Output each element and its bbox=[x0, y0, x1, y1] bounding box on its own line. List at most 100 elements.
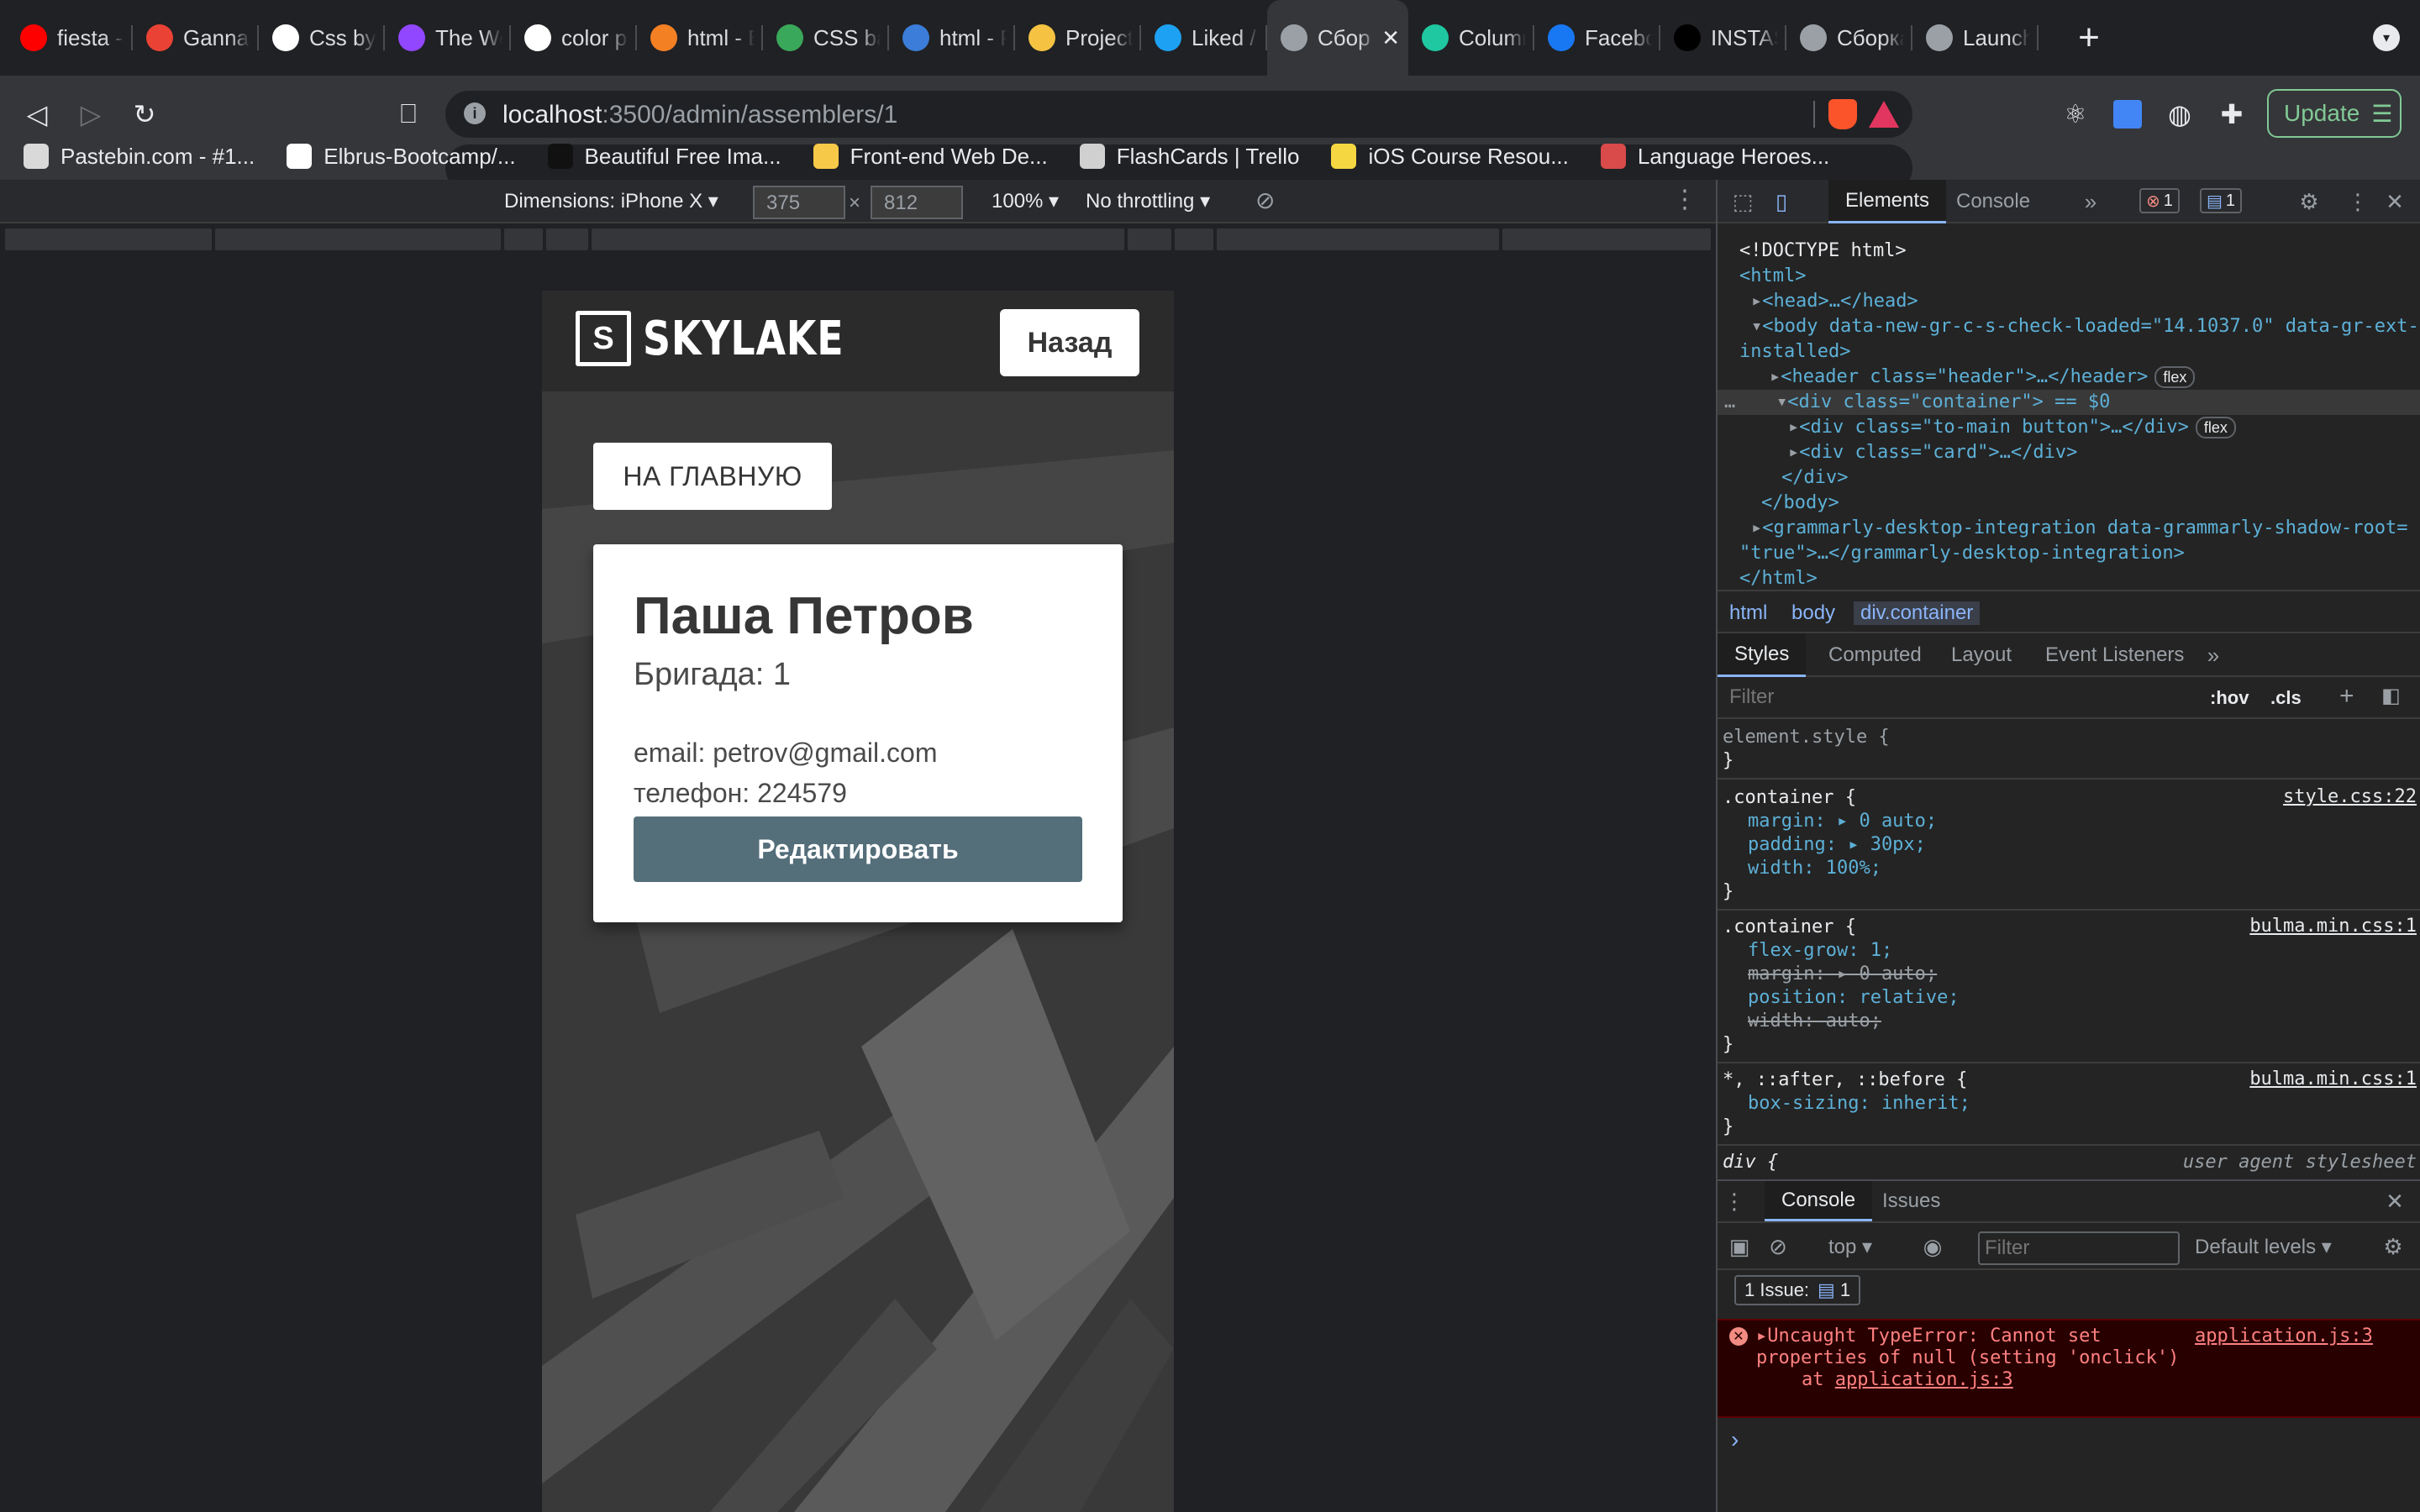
rule-source-link[interactable]: style.css:22 bbox=[2283, 786, 2417, 807]
dom-line[interactable]: ▸<div class="to-main button">…</div> flex bbox=[1788, 415, 2236, 440]
console-sidebar-icon[interactable]: ▣ bbox=[1726, 1233, 1753, 1260]
log-levels-select[interactable]: Default levels ▾ bbox=[2195, 1235, 2332, 1259]
dom-line[interactable]: installed> bbox=[1739, 339, 1850, 365]
browser-tab[interactable]: Project bbox=[1015, 0, 1141, 76]
dom-line[interactable]: </div> bbox=[1781, 465, 1848, 491]
reload-icon[interactable]: ↻ bbox=[121, 91, 168, 138]
zoom-select[interactable]: 100% ▾ bbox=[992, 189, 1059, 213]
bookmark-icon[interactable]: ⎕ bbox=[385, 91, 432, 138]
rule-selector[interactable]: element.style { bbox=[1723, 726, 1890, 749]
tab-console[interactable]: Console bbox=[1939, 180, 2047, 223]
browser-tab[interactable]: html - P bbox=[889, 0, 1015, 76]
width-input[interactable]: 375 bbox=[753, 186, 845, 219]
bookmark-item[interactable]: Language Heroes... bbox=[1600, 144, 1829, 170]
dom-line[interactable]: <html> bbox=[1739, 264, 1806, 289]
close-tab-icon[interactable]: ✕ bbox=[1381, 25, 1400, 51]
new-tab-button[interactable]: + bbox=[2064, 13, 2114, 63]
rule-source-link[interactable]: bulma.min.css:1 bbox=[2249, 1068, 2417, 1089]
browser-tab[interactable]: Сбор ✕ bbox=[1267, 0, 1408, 76]
to-main-button[interactable]: НА ГЛАВНУЮ bbox=[593, 443, 832, 510]
omnibox[interactable]: i localhost:3500/admin/assemblers/1 bbox=[445, 91, 1912, 138]
tab-layout[interactable]: Layout bbox=[1934, 633, 2028, 677]
browser-tab[interactable]: color pic bbox=[511, 0, 637, 76]
rule-selector[interactable]: *, ::after, ::before { bbox=[1723, 1068, 1967, 1092]
rule-prop[interactable]: position: relative; bbox=[1748, 986, 1960, 1010]
rule-prop[interactable]: box-sizing: inherit; bbox=[1748, 1092, 1970, 1116]
more-options-icon[interactable]: ⋮ bbox=[1672, 185, 1697, 214]
rule-prop[interactable]: margin: ▸ 0 auto; bbox=[1748, 810, 1937, 833]
rule-selector[interactable]: div { bbox=[1723, 1151, 1778, 1174]
back-button[interactable]: Назад bbox=[1000, 309, 1139, 376]
dom-line[interactable]: </html> bbox=[1739, 566, 1818, 591]
throttling-select[interactable]: No throttling ▾ bbox=[1086, 189, 1210, 213]
translate-icon[interactable] bbox=[2104, 91, 2151, 138]
breadcrumb-container[interactable]: div.container bbox=[1854, 601, 1981, 625]
devtools-menu-icon[interactable]: ⋮ bbox=[2344, 188, 2371, 215]
console-filter-input[interactable] bbox=[1978, 1231, 2180, 1265]
close-drawer-icon[interactable]: ✕ bbox=[2381, 1188, 2408, 1215]
styles-filter-input[interactable] bbox=[1723, 682, 2193, 712]
rule-selector[interactable]: .container { bbox=[1723, 916, 1856, 939]
device-select[interactable]: Dimensions: iPhone X ▾ bbox=[504, 189, 718, 213]
breadcrumb-html[interactable]: html bbox=[1729, 601, 1767, 625]
browser-tab[interactable]: fiesta - bbox=[7, 0, 133, 76]
close-devtools-icon[interactable]: ✕ bbox=[2381, 188, 2408, 215]
bookmark-item[interactable]: Front-end Web De... bbox=[813, 144, 1048, 170]
rule-prop[interactable]: margin: ▸ 0 auto; bbox=[1748, 963, 1937, 986]
console-settings-gear-icon[interactable]: ⚙ bbox=[2380, 1233, 2407, 1260]
ruler-segment[interactable] bbox=[1175, 228, 1213, 250]
clear-console-icon[interactable]: ⊘ bbox=[1765, 1233, 1791, 1260]
browser-tab[interactable]: Liked / T bbox=[1141, 0, 1267, 76]
ruler-segment[interactable] bbox=[1217, 228, 1499, 250]
tab-computed[interactable]: Computed bbox=[1812, 633, 1939, 677]
drawer-tab-console[interactable]: Console bbox=[1765, 1181, 1873, 1221]
vpn-globe-icon[interactable]: ◍ bbox=[2156, 91, 2203, 138]
inspect-element-icon[interactable]: ⬚ bbox=[1729, 188, 1756, 215]
update-button[interactable]: Update ☰ bbox=[2267, 89, 2402, 138]
ellipsis-icon[interactable]: … bbox=[1724, 390, 1735, 415]
context-select[interactable]: top ▾ bbox=[1828, 1235, 1872, 1259]
bookmark-item[interactable]: Beautiful Free Ima... bbox=[547, 144, 781, 170]
hov-toggle[interactable]: :hov bbox=[2210, 687, 2249, 709]
drawer-menu-icon[interactable]: ⋮ bbox=[1721, 1188, 1748, 1215]
dom-line[interactable]: ▾<body data-new-gr-c-s-check-loaded="14.… bbox=[1751, 314, 2419, 339]
dom-line[interactable]: </body> bbox=[1761, 491, 1839, 516]
flex-pill[interactable]: flex bbox=[2195, 417, 2236, 438]
issues-counter[interactable]: 1 Issue: ▤ 1 bbox=[1734, 1275, 1861, 1305]
flex-pill[interactable]: flex bbox=[2154, 366, 2196, 388]
cls-toggle[interactable]: .cls bbox=[2270, 687, 2302, 709]
error-stack-link[interactable]: application.js:3 bbox=[1835, 1369, 2013, 1390]
device-toggle-icon[interactable]: ▯ bbox=[1768, 188, 1795, 215]
dom-line[interactable]: ▸<header class="header">…</header> flex bbox=[1770, 365, 2196, 390]
browser-tab[interactable]: GannaS bbox=[133, 0, 259, 76]
error-source-link[interactable]: application.js:3 bbox=[2195, 1326, 2373, 1347]
bookmark-item[interactable]: Elbrus-Bootcamp/... bbox=[287, 144, 516, 170]
ruler-segment[interactable] bbox=[1128, 228, 1171, 250]
settings-gear-icon[interactable]: ⚙ bbox=[2296, 188, 2323, 215]
rule-prop[interactable]: width: auto; bbox=[1748, 1010, 1881, 1033]
dom-line[interactable]: ▸<grammarly-desktop-integration data-gra… bbox=[1751, 516, 2407, 541]
media-query-ruler[interactable] bbox=[0, 225, 1716, 255]
ruler-segment[interactable] bbox=[504, 228, 543, 250]
dom-line[interactable]: ▸<div class="card">…</div> bbox=[1788, 440, 2077, 465]
dom-line[interactable]: <!DOCTYPE html> bbox=[1739, 239, 1907, 264]
dom-line-selected[interactable]: … ▾<div class="container"> == $0 bbox=[1718, 390, 2420, 415]
tab-elements[interactable]: Elements bbox=[1828, 180, 1947, 223]
live-expression-eye-icon[interactable]: ◉ bbox=[1919, 1233, 1946, 1260]
ruler-segment[interactable] bbox=[1502, 228, 1711, 250]
breadcrumb-body[interactable]: body bbox=[1791, 601, 1835, 625]
browser-tab[interactable]: Css by I bbox=[259, 0, 385, 76]
edit-button[interactable]: Редактировать bbox=[634, 816, 1082, 882]
brave-shield-icon[interactable] bbox=[1828, 99, 1857, 129]
dom-line[interactable]: "true">…</grammarly-desktop-integration> bbox=[1739, 541, 2185, 566]
message-badge[interactable]: ▤ 1 bbox=[2200, 188, 2243, 213]
height-input[interactable]: 812 bbox=[871, 186, 963, 219]
back-arrow-icon[interactable]: ◁ bbox=[13, 91, 60, 138]
bookmark-item[interactable]: Pastebin.com - #1... bbox=[24, 144, 255, 170]
console-error-message[interactable]: ✕ ▸Uncaught TypeError: Cannot set proper… bbox=[1718, 1319, 2420, 1418]
error-badge[interactable]: ⊗ 1 bbox=[2139, 188, 2180, 213]
bookmark-item[interactable]: FlashCards | Trello bbox=[1079, 144, 1299, 170]
forward-arrow-icon[interactable]: ▷ bbox=[67, 91, 114, 138]
ruler-segment[interactable] bbox=[5, 228, 212, 250]
console-prompt[interactable]: › bbox=[1731, 1426, 1739, 1453]
